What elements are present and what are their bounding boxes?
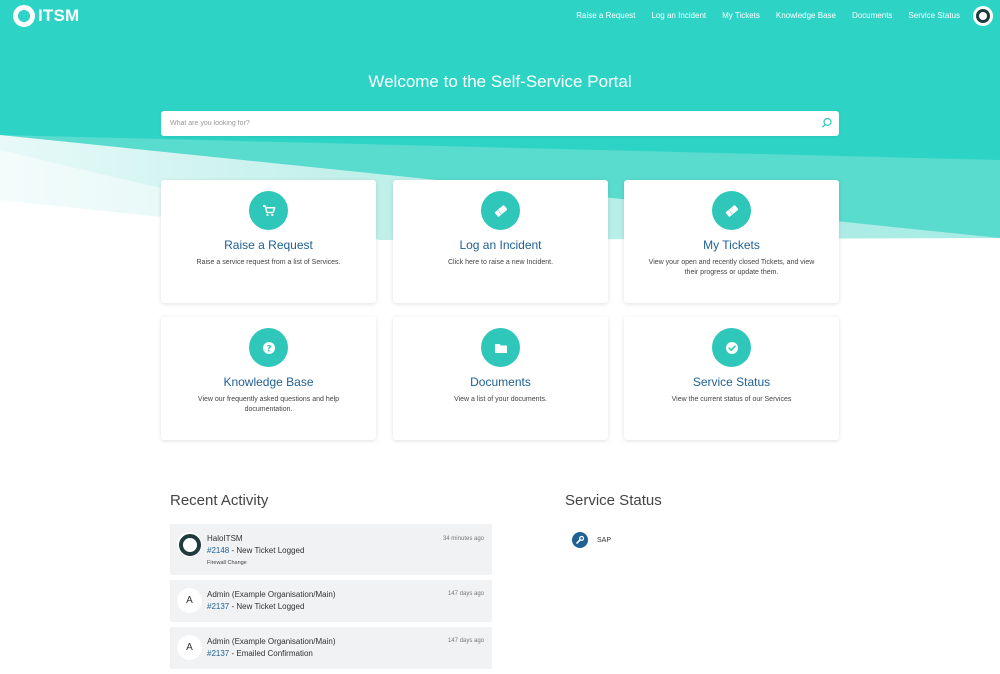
question-icon: ? <box>249 328 288 367</box>
activity-action: - New Ticket Logged <box>229 602 305 611</box>
logo-text: ITSM <box>38 6 80 25</box>
activity-action: - New Ticket Logged <box>229 546 305 555</box>
check-icon <box>712 328 751 367</box>
card-log-an-incident[interactable]: Log an Incident Click here to raise a ne… <box>393 180 608 303</box>
nav-documents[interactable]: Documents <box>852 11 892 20</box>
nav-knowledge-base[interactable]: Knowledge Base <box>776 11 836 20</box>
card-my-tickets[interactable]: My Tickets View your open and recently c… <box>624 180 839 303</box>
card-description: View your open and recently closed Ticke… <box>648 259 815 276</box>
nav-my-tickets[interactable]: My Tickets <box>722 11 760 20</box>
card-description: Click here to raise a new Incident. <box>447 259 554 266</box>
card-title: Documents <box>470 375 531 389</box>
service-name: SAP <box>597 536 612 544</box>
avatar <box>177 532 202 557</box>
card-title: Knowledge Base <box>223 375 314 389</box>
card-documents[interactable]: Documents View a list of your documents. <box>393 317 608 440</box>
nav-service-status[interactable]: Service Status <box>908 11 960 20</box>
nav-log-an-incident[interactable]: Log an Incident <box>651 11 706 20</box>
activity-summary: #2137 - Emailed Confirmation <box>207 649 313 658</box>
card-title: Log an Incident <box>459 238 542 252</box>
ticket-link[interactable]: #2148 <box>207 546 229 555</box>
activity-author: Admin (Example Organisation/Main) <box>207 590 336 599</box>
activity-summary: #2148 - New Ticket Logged <box>207 546 304 555</box>
wrench-icon <box>572 532 588 548</box>
ticket-link[interactable]: #2137 <box>207 649 229 658</box>
activity-action: - Emailed Confirmation <box>229 649 313 658</box>
top-navigation: ITSM Raise a Request Log an Incident My … <box>0 0 1000 32</box>
card-description: View the current status of our Services <box>671 396 792 403</box>
activity-author: Admin (Example Organisation/Main) <box>207 637 336 646</box>
user-avatar[interactable] <box>973 6 993 26</box>
cart-icon <box>249 191 288 230</box>
activity-summary: #2137 - New Ticket Logged <box>207 602 304 611</box>
svg-text:?: ? <box>266 344 271 354</box>
card-title: Service Status <box>692 375 771 389</box>
halo-logo-icon <box>178 533 201 556</box>
logo-ring-icon <box>13 5 35 27</box>
ticket-icon <box>481 191 520 230</box>
user-avatar-icon <box>976 9 990 23</box>
card-description: View a list of your documents. <box>454 396 547 403</box>
search-icon[interactable] <box>821 117 833 129</box>
search-bar <box>161 111 839 136</box>
activity-item[interactable]: A Admin (Example Organisation/Main) 147 … <box>170 627 492 669</box>
ticket-link[interactable]: #2137 <box>207 602 229 611</box>
activity-author: HaloITSM <box>207 534 243 543</box>
card-service-status[interactable]: Service Status View the current status o… <box>624 317 839 440</box>
page-title: Welcome to the Self-Service Portal <box>368 72 632 91</box>
search-input[interactable] <box>161 111 801 136</box>
activity-item[interactable]: A Admin (Example Organisation/Main) 147 … <box>170 580 492 622</box>
ticket-icon <box>712 191 751 230</box>
activity-detail: Firewall Change <box>207 560 247 566</box>
card-title: My Tickets <box>703 238 760 252</box>
service-item[interactable]: SAP <box>572 532 611 548</box>
card-description: View our frequently asked questions and … <box>197 396 340 413</box>
avatar: A <box>177 635 202 660</box>
activity-time: 147 days ago <box>447 591 484 597</box>
activity-item[interactable]: HaloITSM 34 minutes ago #2148 - New Tick… <box>170 524 492 575</box>
card-title: Raise a Request <box>224 238 313 252</box>
card-raise-a-request[interactable]: Raise a Request Raise a service request … <box>161 180 376 303</box>
recent-activity-title: Recent Activity <box>170 492 269 509</box>
activity-time: 34 minutes ago <box>442 536 484 542</box>
activity-time: 147 days ago <box>447 638 484 644</box>
folder-icon <box>481 328 520 367</box>
card-knowledge-base[interactable]: ? Knowledge Base View our frequently ask… <box>161 317 376 440</box>
card-description: Raise a service request from a list of S… <box>196 259 341 266</box>
nav-raise-a-request[interactable]: Raise a Request <box>576 11 635 20</box>
avatar: A <box>177 588 202 613</box>
logo[interactable]: ITSM <box>13 5 79 27</box>
service-status-title: Service Status <box>565 492 662 509</box>
